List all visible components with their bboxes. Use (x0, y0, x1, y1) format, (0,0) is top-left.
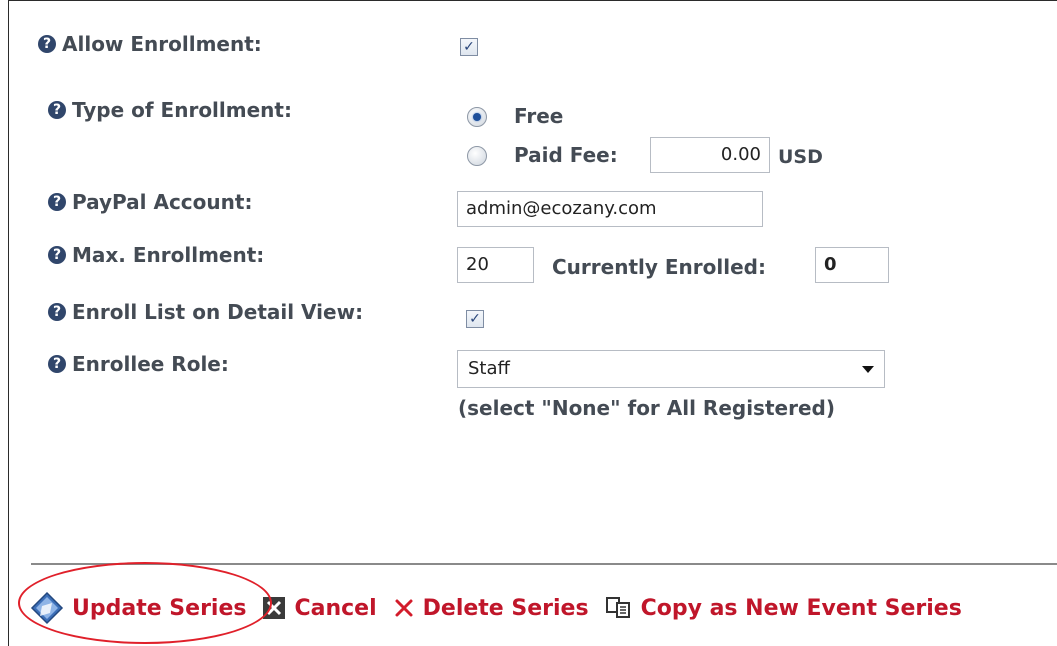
type-of-enrollment-label: ? Type of Enrollment: (48, 98, 292, 122)
help-icon[interactable]: ? (48, 101, 66, 119)
enrollment-type-free-label: Free (514, 104, 564, 128)
enrollee-role-label: ? Enrollee Role: (48, 352, 229, 376)
copy-as-new-event-series-label: Copy as New Event Series (640, 595, 962, 621)
paypal-account-input[interactable]: admin@ecozany.com (457, 191, 763, 227)
enrollment-type-paid-label: Paid Fee: (514, 143, 618, 167)
enroll-list-text: Enroll List on Detail View: (72, 300, 364, 324)
cancel-button[interactable]: Cancel (262, 595, 377, 621)
copy-documents-icon (605, 596, 633, 620)
update-series-label: Update Series (72, 595, 247, 621)
enrollment-type-free-radio[interactable] (467, 107, 487, 127)
delete-series-button[interactable]: Delete Series (393, 596, 589, 621)
help-icon[interactable]: ? (48, 193, 66, 211)
cancel-box-icon (262, 596, 286, 620)
chevron-down-icon (862, 366, 874, 373)
paid-fee-input[interactable]: 0.00 (650, 137, 770, 173)
red-x-icon (393, 597, 415, 619)
actions-divider (31, 563, 1057, 565)
currently-enrolled-label: Currently Enrolled: (552, 255, 766, 279)
type-of-enrollment-text: Type of Enrollment: (72, 98, 292, 122)
help-icon[interactable]: ? (38, 35, 56, 53)
update-series-button[interactable]: Update Series (30, 591, 246, 625)
enroll-list-label: ? Enroll List on Detail View: (48, 300, 363, 324)
enroll-list-checkbox[interactable]: ✓ (466, 310, 484, 328)
max-enrollment-text: Max. Enrollment: (72, 243, 265, 267)
max-enrollment-input[interactable]: 20 (457, 247, 534, 283)
currency-label: USD (778, 146, 823, 168)
enrollee-role-text: Enrollee Role: (72, 352, 229, 376)
allow-enrollment-checkbox[interactable]: ✓ (460, 38, 478, 56)
max-enrollment-label: ? Max. Enrollment: (48, 243, 264, 267)
help-icon[interactable]: ? (48, 303, 66, 321)
enrollee-role-selected: Staff (468, 358, 510, 379)
cancel-label: Cancel (294, 595, 377, 621)
radio-selected-dot (473, 113, 481, 121)
currently-enrolled-value: 0 (815, 247, 889, 283)
paypal-account-text: PayPal Account: (72, 190, 253, 214)
diamond-save-icon (30, 591, 64, 625)
enrollee-role-hint: (select "None" for All Registered) (458, 396, 835, 420)
copy-as-new-event-series-button[interactable]: Copy as New Event Series (605, 596, 962, 621)
action-bar: Update Series Cancel Delete Series Copy … (30, 588, 978, 628)
delete-series-label: Delete Series (422, 595, 589, 621)
help-icon[interactable]: ? (48, 355, 66, 373)
allow-enrollment-label: ? Allow Enrollment: (38, 32, 262, 56)
enrollment-type-paid-radio[interactable] (467, 146, 487, 166)
paypal-account-label: ? PayPal Account: (48, 190, 252, 214)
allow-enrollment-text: Allow Enrollment: (62, 32, 262, 56)
help-icon[interactable]: ? (48, 246, 66, 264)
enrollee-role-select[interactable]: Staff (457, 350, 885, 388)
